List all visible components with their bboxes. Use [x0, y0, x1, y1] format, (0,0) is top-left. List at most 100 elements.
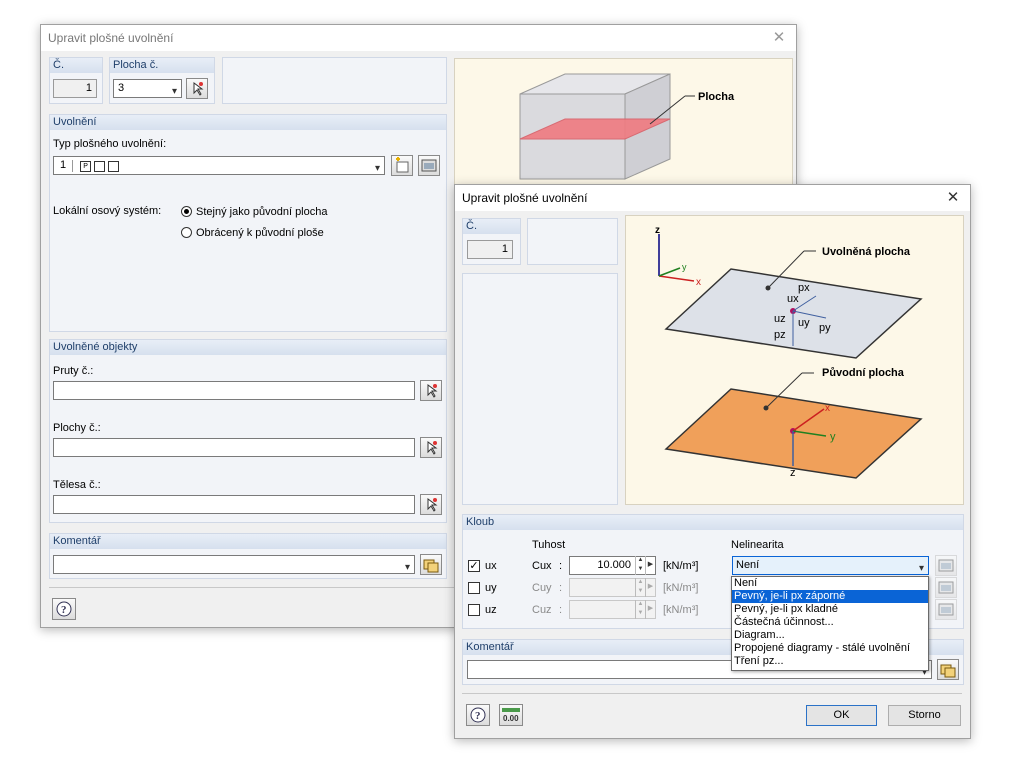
release-type-label: Typ plošného uvolnění:	[53, 138, 167, 150]
help-icon: ?	[470, 707, 486, 723]
radio-same-as-original[interactable]	[181, 206, 192, 217]
unit-label: [kN/m³]	[663, 604, 699, 616]
original-surface-label: Původní plocha	[822, 367, 905, 379]
chevron-down-icon: ▾	[404, 562, 410, 573]
pick-surfaces-button[interactable]	[420, 437, 442, 458]
unit-label: [kN/m³]	[663, 582, 699, 594]
units-icon-text: 0.00	[503, 714, 519, 723]
edit-icon	[938, 581, 954, 594]
pick-cursor-icon	[193, 82, 204, 96]
edit-icon	[421, 159, 437, 172]
py-label: py	[819, 322, 831, 334]
stiffness-colon: :	[559, 582, 563, 594]
nonlinearity-value: Není	[736, 559, 760, 571]
uy-label: uy	[798, 317, 810, 329]
front-help-button[interactable]: ?	[466, 704, 490, 726]
nonlinearity-dropdown-list: Není Pevný, je-li px záporné Pevný, je-l…	[731, 576, 929, 671]
units-button[interactable]: 0.00	[499, 704, 523, 726]
chevron-down-icon: ▾	[171, 86, 177, 97]
back-image-label: Plocha	[698, 91, 735, 103]
radio-same-label: Stejný jako původní plocha	[196, 206, 328, 218]
front-no-header: Č.	[463, 219, 520, 234]
new-release-type-button[interactable]	[391, 155, 413, 176]
release-header: Uvolnění	[50, 115, 446, 130]
stiffness-cuz-label: Cuz	[532, 604, 552, 616]
svg-text:?: ?	[61, 604, 67, 616]
dropdown-item[interactable]: Není	[732, 577, 928, 590]
local-x-label: x	[825, 403, 830, 414]
stiffness-cux-value: 10.000	[597, 559, 631, 571]
back-dialog-title: Upravit plošné uvolnění	[48, 31, 174, 45]
dropdown-item[interactable]: Pevný, je-li px záporné	[732, 590, 928, 603]
dropdown-item[interactable]: Diagram...	[732, 629, 928, 642]
surfaces-label: Plochy č.:	[53, 422, 101, 434]
back-surface-group: Plocha č. 3 ▾	[109, 57, 215, 104]
axes-label: Lokální osový systém:	[53, 205, 162, 217]
stiffness-header: Tuhost	[532, 539, 566, 551]
checkbox-uy[interactable]	[468, 582, 480, 594]
new-item-icon	[396, 157, 409, 173]
back-no-header: Č.	[50, 58, 102, 73]
nonlinearity-header: Nelinearita	[731, 539, 784, 551]
pick-cursor-icon	[427, 384, 438, 398]
pick-members-button[interactable]	[420, 380, 442, 401]
dropdown-item[interactable]: Částečná účinnost...	[732, 616, 928, 629]
units-decimal-icon: 0.00	[502, 708, 520, 723]
pick-cursor-icon	[427, 441, 438, 455]
back-comment-select[interactable]: ▾	[53, 555, 415, 574]
edit-release-type-button[interactable]	[418, 155, 440, 176]
stiffness-cuz-input: ▲ ▼ ▶	[569, 600, 656, 619]
solids-input[interactable]	[53, 495, 415, 514]
dropdown-item[interactable]: Pevný, je-li px kladné	[732, 603, 928, 616]
ux-label: ux	[787, 293, 799, 305]
back-close-icon[interactable]: ✕	[766, 26, 792, 50]
dof-uz-label: uz	[485, 604, 497, 616]
front-titlebar: Upravit plošné uvolnění ✕	[455, 185, 970, 211]
copy-comment-icon	[423, 559, 439, 573]
nonlinearity-edit-button-uy[interactable]	[935, 577, 957, 598]
spin-next-icon[interactable]: ▶	[645, 556, 655, 575]
release-illustration: z x y Uvolněná plocha px ux uz uy py pz	[655, 225, 923, 479]
stiffness-cux-input[interactable]: 10.000 ▲ ▼ ▶	[569, 556, 656, 575]
pick-solids-button[interactable]	[420, 494, 442, 515]
dof-ux-label: ux	[485, 560, 497, 572]
nonlinearity-edit-button-ux[interactable]	[935, 555, 957, 576]
global-y-label: y	[682, 262, 687, 272]
nonlinearity-edit-button-uz[interactable]	[935, 599, 957, 620]
cancel-button[interactable]: Storno	[888, 705, 961, 726]
front-comment-button[interactable]	[937, 659, 959, 680]
back-empty-box	[222, 57, 447, 104]
members-input[interactable]	[53, 381, 415, 400]
stiffness-cuy-input: ▲ ▼ ▶	[569, 578, 656, 597]
spin-next-icon: ▶	[645, 578, 655, 597]
dropdown-item[interactable]: Tření pz...	[732, 655, 928, 668]
spin-arrows-icon: ▲ ▼	[635, 578, 645, 597]
uz-label: uz	[774, 313, 786, 325]
release-type-select[interactable]: 1 P ▾	[53, 156, 385, 175]
back-comment-button[interactable]	[420, 554, 442, 575]
dropdown-item[interactable]: Propojené diagramy - stálé uvolnění	[732, 642, 928, 655]
front-close-icon[interactable]: ✕	[940, 186, 966, 210]
local-y-label: y	[830, 431, 836, 443]
front-empty-box	[527, 218, 618, 265]
nonlinearity-select[interactable]: Není ▾	[732, 556, 929, 575]
svg-text:?: ?	[475, 710, 481, 722]
unit-label: [kN/m³]	[663, 560, 699, 572]
checkbox-uz[interactable]	[468, 604, 480, 616]
spin-arrows-icon[interactable]: ▲ ▼	[635, 556, 645, 575]
checkbox-ux[interactable]: ✓	[468, 560, 480, 572]
back-surface-header: Plocha č.	[110, 58, 214, 73]
release-type-symbols: P	[72, 160, 120, 177]
back-comment-group: Komentář ▾	[49, 533, 447, 579]
pick-surface-button[interactable]	[186, 78, 208, 99]
radio-reversed[interactable]	[181, 227, 192, 238]
front-no-group: Č. 1	[462, 218, 521, 265]
back-help-button[interactable]: ?	[52, 598, 76, 620]
hinge-header: Kloub	[463, 515, 963, 530]
solids-label: Tělesa č.:	[53, 479, 101, 491]
back-no-group: Č. 1	[49, 57, 103, 104]
ok-button[interactable]: OK	[806, 705, 877, 726]
back-surface-select[interactable]: 3 ▾	[113, 79, 182, 98]
release-group: Uvolnění Typ plošného uvolnění: 1 P ▾ Lo…	[49, 114, 447, 332]
surfaces-input[interactable]	[53, 438, 415, 457]
